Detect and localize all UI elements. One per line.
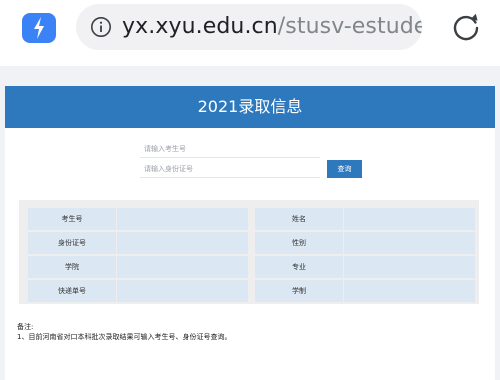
info-icon[interactable] bbox=[90, 16, 112, 38]
result-row: 专业 bbox=[255, 256, 475, 278]
field-value bbox=[344, 280, 475, 302]
result-row: 快递单号 bbox=[28, 280, 248, 302]
admission-info-card: 2021录取信息 查询 考生号 身份证号 学院 快递单号 bbox=[5, 86, 495, 380]
result-row: 姓名 bbox=[255, 208, 475, 230]
bolt-icon bbox=[34, 17, 44, 39]
right-result-table: 姓名 性别 专业 学制 bbox=[255, 208, 475, 304]
field-label: 身份证号 bbox=[28, 232, 116, 254]
left-result-table: 考生号 身份证号 学院 快递单号 bbox=[28, 208, 248, 304]
search-form: 查询 bbox=[140, 140, 370, 180]
page-title: 2021录取信息 bbox=[5, 86, 495, 128]
field-value bbox=[344, 256, 475, 278]
result-row: 考生号 bbox=[28, 208, 248, 230]
address-bar[interactable]: yx.xyu.edu.cn/stusv-estudent- bbox=[76, 4, 422, 50]
browser-toolbar: yx.xyu.edu.cn/stusv-estudent- bbox=[0, 0, 500, 66]
field-value bbox=[344, 232, 475, 254]
app-icon[interactable] bbox=[22, 13, 56, 43]
result-row: 学制 bbox=[255, 280, 475, 302]
field-label: 快递单号 bbox=[28, 280, 116, 302]
result-row: 身份证号 bbox=[28, 232, 248, 254]
reload-icon[interactable] bbox=[449, 11, 483, 45]
result-row: 学院 bbox=[28, 256, 248, 278]
id-number-input[interactable] bbox=[140, 160, 320, 178]
notes-line: 1、目前河南省对口本科批次录取结果可输入考生号、身份证号查询。 bbox=[17, 333, 232, 341]
notes-heading: 备注: bbox=[17, 323, 34, 331]
search-button[interactable]: 查询 bbox=[327, 160, 362, 178]
field-label: 性别 bbox=[255, 232, 343, 254]
notes-section: 备注: 1、目前河南省对口本科批次录取结果可输入考生号、身份证号查询。 bbox=[17, 322, 231, 342]
field-label: 姓名 bbox=[255, 208, 343, 230]
field-label: 考生号 bbox=[28, 208, 116, 230]
result-area: 考生号 身份证号 学院 快递单号 姓名 性别 专业 学制 bbox=[19, 200, 479, 304]
field-value bbox=[344, 208, 475, 230]
field-label: 学院 bbox=[28, 256, 116, 278]
field-value bbox=[117, 280, 248, 302]
field-value bbox=[117, 208, 248, 230]
field-label: 学制 bbox=[255, 280, 343, 302]
result-row: 性别 bbox=[255, 232, 475, 254]
field-value bbox=[117, 232, 248, 254]
exam-number-input[interactable] bbox=[140, 140, 320, 158]
url-host: yx.xyu.edu.cn bbox=[122, 14, 278, 39]
field-value bbox=[117, 256, 248, 278]
url-path: /stusv-estudent- bbox=[277, 14, 422, 39]
field-label: 专业 bbox=[255, 256, 343, 278]
url-text: yx.xyu.edu.cn/stusv-estudent- bbox=[122, 13, 422, 41]
